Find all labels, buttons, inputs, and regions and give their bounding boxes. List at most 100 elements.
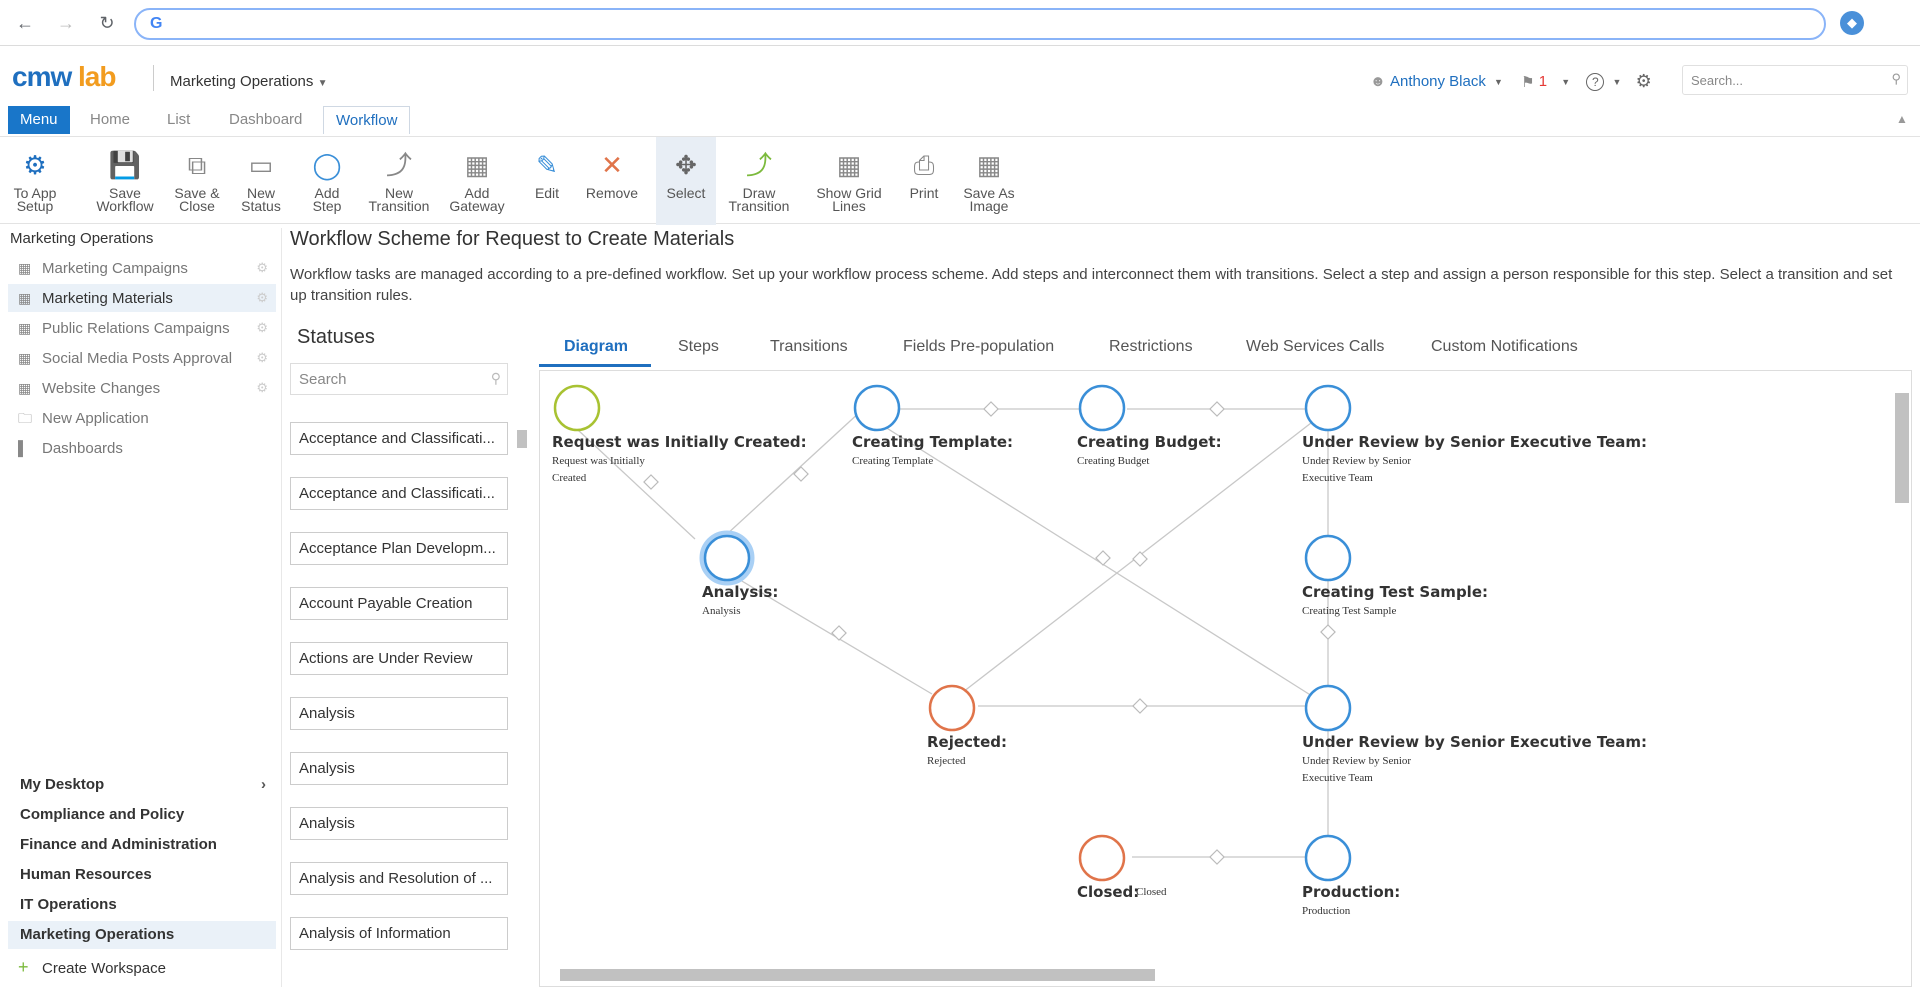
new-status-button[interactable]: ▭ New Status <box>234 137 288 225</box>
horizontal-scrollbar-thumb[interactable] <box>560 969 1155 981</box>
transition-diamond[interactable] <box>1095 550 1111 566</box>
tab-dashboard[interactable]: Dashboard <box>217 106 314 134</box>
sidebar-group-marketing[interactable]: Marketing Operations <box>8 921 276 949</box>
sidebar-group-hr[interactable]: Human Resources <box>8 861 276 889</box>
create-workspace-button[interactable]: + Create Workspace <box>8 953 276 981</box>
gear-icon[interactable]: ⚙ <box>256 314 268 342</box>
tab-web-services-calls[interactable]: Web Services Calls <box>1246 338 1384 356</box>
analysis-node[interactable] <box>703 534 751 582</box>
extension-icon[interactable]: ◆ <box>1840 11 1864 35</box>
gear-icon[interactable]: ⚙ <box>256 374 268 402</box>
sidebar-item-marketing-materials[interactable]: ▦ Marketing Materials ⚙ <box>8 284 276 312</box>
status-item[interactable]: Account Payable Creation <box>290 587 508 620</box>
gear-icon[interactable]: ⚙ <box>1636 71 1652 92</box>
sidebar-item-new-application[interactable]: 🗀 New Application <box>8 404 276 432</box>
status-item[interactable]: Acceptance and Classificati... <box>290 477 508 510</box>
forward-icon[interactable]: → <box>55 12 77 34</box>
sidebar-title[interactable]: Marketing Operations <box>10 228 153 250</box>
tab-fields-prepopulation[interactable]: Fields Pre-population <box>903 338 1054 356</box>
search-icon[interactable]: ⚲ <box>491 370 501 387</box>
chevron-down-icon[interactable]: ▼ <box>1613 77 1622 87</box>
sidebar-item-social-media[interactable]: ▦ Social Media Posts Approval ⚙ <box>8 344 276 372</box>
add-gateway-button[interactable]: ▦ Add Gateway <box>444 137 510 225</box>
save-workflow-button[interactable]: 💾 Save Workflow <box>90 137 160 225</box>
under-review-node-2[interactable] <box>1304 684 1352 732</box>
tab-workflow[interactable]: Workflow <box>323 106 411 134</box>
creating-template-node[interactable] <box>853 384 901 432</box>
transition-diamond[interactable] <box>1320 624 1336 640</box>
production-node[interactable] <box>1304 834 1352 882</box>
status-item[interactable]: Acceptance and Classificati... <box>290 422 508 455</box>
transition-diamond[interactable] <box>983 401 999 417</box>
status-list-scrollbar[interactable] <box>514 412 530 972</box>
sidebar-item-public-relations[interactable]: ▦ Public Relations Campaigns ⚙ <box>8 314 276 342</box>
tab-restrictions[interactable]: Restrictions <box>1109 338 1193 356</box>
sidebar-group-finance[interactable]: Finance and Administration <box>8 831 276 859</box>
transition-line[interactable] <box>725 410 862 536</box>
gear-icon[interactable]: ⚙ <box>256 284 268 312</box>
draw-transition-button[interactable]: ⤴ Draw Transition <box>724 137 794 225</box>
user-name[interactable]: Anthony Black <box>1390 73 1486 90</box>
new-transition-button[interactable]: ⤴ New Transition <box>362 137 436 225</box>
closed-node[interactable] <box>1078 834 1126 882</box>
add-step-button[interactable]: ◯ Add Step <box>300 137 354 225</box>
transition-diamond[interactable] <box>1132 551 1148 567</box>
transition-diamond[interactable] <box>1132 698 1148 714</box>
save-close-button[interactable]: ⧉ Save & Close <box>168 137 226 225</box>
scrollbar-thumb[interactable] <box>517 430 527 448</box>
start-node[interactable] <box>553 384 601 432</box>
transition-diamond[interactable] <box>1209 401 1225 417</box>
collapse-caret-icon[interactable]: ▲ <box>1896 112 1908 126</box>
gear-icon[interactable]: ⚙ <box>256 344 268 372</box>
search-icon[interactable]: ⚲ <box>1891 71 1901 87</box>
address-bar[interactable]: G <box>134 8 1826 40</box>
sidebar-item-marketing-campaigns[interactable]: ▦ Marketing Campaigns ⚙ <box>8 254 276 282</box>
status-item[interactable]: Actions are Under Review <box>290 642 508 675</box>
select-button[interactable]: ✥ Select <box>656 137 716 225</box>
status-item[interactable]: Analysis <box>290 697 508 730</box>
bell-icon[interactable]: ⚑ <box>1521 73 1534 91</box>
tab-list[interactable]: List <box>155 106 202 134</box>
transition-diamond[interactable] <box>1209 849 1225 865</box>
show-grid-lines-button[interactable]: ▦ Show Grid Lines <box>810 137 888 225</box>
tab-transitions[interactable]: Transitions <box>770 338 848 356</box>
back-icon[interactable]: ← <box>14 12 36 34</box>
gear-icon[interactable]: ⚙ <box>256 254 268 282</box>
tab-menu[interactable]: Menu <box>8 106 70 134</box>
tab-diagram[interactable]: Diagram <box>564 338 628 356</box>
creating-budget-node[interactable] <box>1078 384 1126 432</box>
sidebar-group-compliance[interactable]: Compliance and Policy <box>8 801 276 829</box>
global-search-input[interactable]: Search... ⚲ <box>1682 65 1908 95</box>
chevron-down-icon[interactable]: ▼ <box>1494 77 1503 87</box>
sidebar-item-dashboards[interactable]: ▌ Dashboards <box>8 434 276 462</box>
chevron-down-icon[interactable]: ▼ <box>1561 77 1570 87</box>
save-as-image-button[interactable]: ▦ Save As Image <box>958 137 1020 225</box>
sidebar-item-website-changes[interactable]: ▦ Website Changes ⚙ <box>8 374 276 402</box>
transition-diamond[interactable] <box>793 466 809 482</box>
status-item[interactable]: Analysis <box>290 752 508 785</box>
remove-button[interactable]: ✕ Remove <box>580 137 644 225</box>
edit-button[interactable]: ✎ Edit <box>522 137 572 225</box>
status-search-input[interactable]: Search ⚲ <box>290 363 508 395</box>
to-app-setup-button[interactable]: ⚙ To App Setup <box>4 137 66 225</box>
tab-home[interactable]: Home <box>78 106 142 134</box>
tab-custom-notifications[interactable]: Custom Notifications <box>1431 338 1578 356</box>
app-title-dropdown[interactable]: Marketing Operations ▼ <box>170 73 327 90</box>
under-review-node[interactable] <box>1304 384 1352 432</box>
sidebar-group-it[interactable]: IT Operations <box>8 891 276 919</box>
sidebar-group-my-desktop[interactable]: My Desktop › <box>8 771 276 799</box>
status-item[interactable]: Acceptance Plan Developm... <box>290 532 508 565</box>
creating-test-sample-node[interactable] <box>1304 534 1352 582</box>
rejected-node[interactable] <box>928 684 976 732</box>
status-item[interactable]: Analysis of Information <box>290 917 508 950</box>
tab-steps[interactable]: Steps <box>678 338 719 356</box>
logo[interactable]: cmw lab <box>12 61 117 93</box>
notifications-count[interactable]: 1 <box>1539 73 1547 90</box>
help-icon[interactable]: ? <box>1586 72 1605 91</box>
reload-icon[interactable]: ↻ <box>96 12 118 34</box>
print-button[interactable]: ⎙ Print <box>898 137 950 225</box>
vertical-scrollbar-thumb[interactable] <box>1895 393 1909 503</box>
status-item[interactable]: Analysis and Resolution of ... <box>290 862 508 895</box>
transition-diamond[interactable] <box>831 625 847 641</box>
status-item[interactable]: Analysis <box>290 807 508 840</box>
